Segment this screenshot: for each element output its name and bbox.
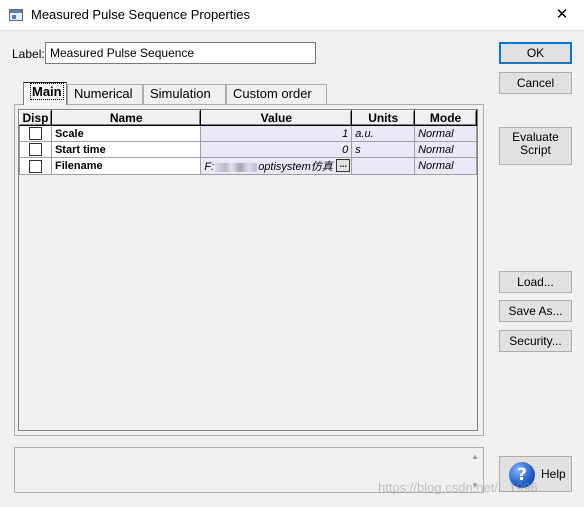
disp-checkbox-filename[interactable]	[28, 159, 42, 173]
tab-main-label: Main	[30, 83, 64, 100]
properties-grid: Disp Name Value Units Mode Scale 1 a.u. …	[18, 109, 478, 431]
disp-cell	[19, 125, 52, 142]
column-header-units[interactable]: Units	[351, 110, 416, 126]
close-icon[interactable]: ✕	[552, 5, 572, 23]
table-header-row: Disp Name Value Units Mode	[19, 110, 477, 126]
value-cell[interactable]: 0	[200, 141, 353, 158]
tab-simulation[interactable]: Simulation	[143, 84, 226, 104]
table-row: Scale 1 a.u. Normal	[19, 125, 477, 142]
value-cell[interactable]: 1	[200, 125, 353, 142]
window-icon	[9, 9, 23, 21]
column-header-value[interactable]: Value	[200, 110, 353, 126]
title-bar: Measured Pulse Sequence Properties ✕	[0, 0, 584, 31]
scroll-up-icon[interactable]: ▲	[469, 452, 481, 461]
disp-checkbox-start-time[interactable]	[28, 143, 42, 156]
table-row: Filename F: optisystem仿真 ... Normal	[19, 157, 477, 175]
mode-cell[interactable]: Normal	[414, 125, 477, 142]
watermark: https://blog.csdn.net/...1996	[378, 480, 538, 495]
disp-cell	[19, 157, 52, 175]
browse-button[interactable]: ...	[336, 159, 351, 172]
tab-numerical[interactable]: Numerical	[67, 84, 143, 104]
security-button[interactable]: Security...	[499, 330, 572, 352]
tab-custom-order[interactable]: Custom order	[226, 84, 327, 104]
mode-cell[interactable]: Normal	[414, 157, 477, 175]
filename-prefix: F:	[204, 161, 215, 173]
filename-suffix: optisystem仿真	[258, 161, 333, 173]
units-cell[interactable]: a.u.	[351, 125, 416, 142]
window-title: Measured Pulse Sequence Properties	[31, 7, 250, 22]
disp-cell	[19, 141, 52, 158]
label-field-label: Label:	[12, 47, 45, 61]
column-header-disp[interactable]: Disp	[19, 110, 52, 126]
tab-main[interactable]: Main	[23, 82, 67, 105]
evaluate-script-button[interactable]: Evaluate Script	[499, 127, 572, 165]
label-input[interactable]: Measured Pulse Sequence	[45, 42, 316, 64]
evaluate-script-label-line2: Script	[520, 143, 551, 157]
redacted-path	[215, 162, 258, 172]
table-row: Start time 0 s Normal	[19, 141, 477, 158]
mode-cell[interactable]: Normal	[414, 141, 477, 158]
properties-table: Disp Name Value Units Mode Scale 1 a.u. …	[19, 110, 477, 175]
column-header-name[interactable]: Name	[50, 110, 202, 126]
save-as-button[interactable]: Save As...	[499, 300, 572, 322]
name-cell: Start time	[50, 141, 202, 158]
value-cell-filename[interactable]: F: optisystem仿真 ...	[200, 157, 353, 175]
units-cell[interactable]	[351, 157, 416, 175]
help-button-label: Help	[541, 467, 566, 481]
disp-checkbox-scale[interactable]	[28, 127, 42, 140]
load-button[interactable]: Load...	[499, 271, 572, 293]
column-header-mode[interactable]: Mode	[414, 110, 477, 126]
name-cell: Scale	[50, 125, 202, 142]
ok-button[interactable]: OK	[499, 42, 572, 64]
cancel-button[interactable]: Cancel	[499, 72, 572, 94]
units-cell[interactable]: s	[351, 141, 416, 158]
name-cell: Filename	[50, 157, 202, 175]
